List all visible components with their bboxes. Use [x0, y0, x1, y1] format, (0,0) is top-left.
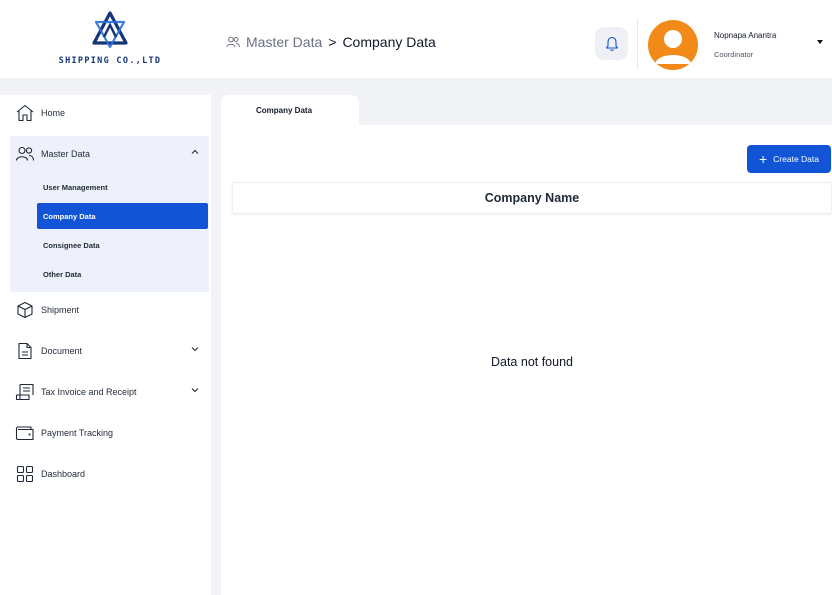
header-separator-band	[0, 78, 832, 95]
main-content: Company Data + Create Data Company Name …	[221, 95, 832, 595]
column-header-company-name[interactable]: Company Name	[485, 191, 579, 205]
sidebar-item-label: Payment Tracking	[41, 428, 114, 438]
chevron-down-icon	[191, 347, 199, 352]
chevron-down-icon	[191, 388, 199, 393]
sidebar-item-payment-tracking[interactable]: Payment Tracking	[10, 415, 209, 451]
sidebar-item-label: Document	[41, 346, 83, 356]
user-name: Nopnapa Anantra	[714, 31, 777, 40]
chevron-up-icon	[191, 149, 199, 154]
home-icon	[15, 103, 35, 123]
tab-label: Company Data	[256, 105, 313, 115]
sidebar-subitem-other-data[interactable]: Other Data	[37, 261, 208, 287]
receipt-icon	[15, 382, 35, 402]
table-header: Company Name	[232, 182, 832, 214]
company-logo[interactable]: SHIPPING CO.,LTD	[50, 10, 170, 72]
user-menu-caret-icon[interactable]	[817, 40, 823, 44]
dashboard-icon	[15, 464, 35, 484]
logo-text: SHIPPING CO.,LTD	[58, 56, 162, 66]
header-divider	[637, 18, 638, 70]
user-role: Coordinator	[714, 50, 754, 59]
breadcrumb-parent[interactable]: Master Data	[246, 34, 322, 50]
sidebar-item-label: Shipment	[41, 305, 80, 315]
sidebar-item-label: Home	[41, 108, 66, 118]
tab-bar: Company Data	[221, 95, 832, 125]
create-data-label: Create Data	[773, 154, 820, 164]
sidebar-item-label: Tax Invoice and Receipt	[41, 387, 137, 397]
users-icon	[226, 36, 240, 48]
sidebar-subitem-label: Consignee Data	[43, 240, 100, 250]
sidebar-subitem-label: Other Data	[43, 269, 82, 279]
sidebar-item-tax-invoice[interactable]: Tax Invoice and Receipt	[10, 374, 209, 410]
sidebar-item-shipment[interactable]: Shipment	[10, 292, 209, 328]
sidebar-item-label: Dashboard	[41, 469, 86, 479]
sidebar-item-document[interactable]: Document	[10, 333, 209, 369]
notifications-button[interactable]	[595, 27, 628, 60]
sidebar-item-home[interactable]: Home	[10, 95, 209, 131]
top-header: SHIPPING CO.,LTD Master Data > Company D…	[0, 0, 832, 78]
breadcrumb-separator: >	[328, 34, 337, 50]
avatar[interactable]	[648, 20, 698, 70]
sidebar-item-dashboard[interactable]: Dashboard	[10, 456, 209, 492]
bell-icon	[605, 36, 618, 51]
wallet-icon	[15, 423, 35, 443]
breadcrumb-current: Company Data	[342, 34, 436, 50]
sidebar-subitem-consignee-data[interactable]: Consignee Data	[37, 232, 208, 258]
sidebar-subitem-company-data[interactable]: Company Data	[37, 203, 208, 229]
sidebar-subitem-user-management[interactable]: User Management	[37, 174, 208, 200]
user-avatar-icon	[655, 30, 691, 64]
sidebar-subitem-label: User Management	[43, 182, 108, 192]
create-data-button[interactable]: + Create Data	[747, 145, 831, 173]
document-icon	[15, 341, 35, 361]
sidebar-item-master-data[interactable]: Master Data	[10, 136, 209, 172]
sidebar-subitem-label: Company Data	[43, 211, 96, 221]
sidebar-gap	[211, 95, 221, 595]
empty-state-message: Data not found	[490, 355, 573, 369]
sidebar-item-label: Master Data	[41, 149, 91, 159]
package-icon	[15, 300, 35, 320]
users-icon	[15, 144, 35, 164]
plus-icon: +	[758, 151, 768, 167]
tab-company-data[interactable]: Company Data	[221, 95, 359, 125]
logo-mark-icon	[92, 11, 128, 49]
breadcrumb: Master Data > Company Data	[226, 34, 436, 50]
